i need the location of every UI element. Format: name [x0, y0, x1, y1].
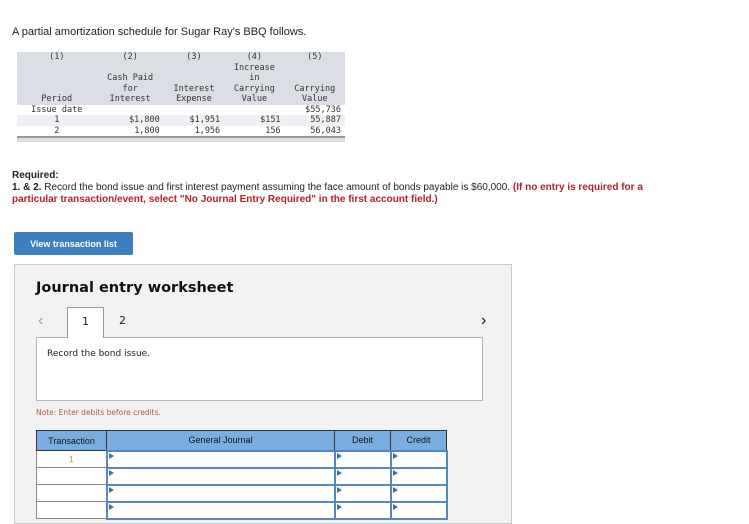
account-input[interactable]: [105, 466, 336, 486]
cell: $151: [224, 115, 285, 126]
debit-input[interactable]: [333, 500, 392, 520]
col-credit: Credit: [390, 430, 447, 451]
intro-text: A partial amortization schedule for Suga…: [12, 26, 307, 38]
chevron-left-icon[interactable]: ‹: [38, 312, 43, 330]
journal-table: Transaction General Journal Debit Credit…: [36, 430, 448, 520]
account-input[interactable]: [105, 483, 336, 503]
table-row: 2 1,800 1,956 156 56,043: [17, 126, 345, 138]
debit-input[interactable]: [333, 483, 392, 503]
table-row: 1 $1,800 $1,951 $151 55,887: [17, 115, 345, 126]
transaction-number: [36, 467, 107, 485]
account-input[interactable]: [105, 449, 336, 469]
transaction-number: 1: [36, 450, 107, 468]
credit-input[interactable]: [389, 483, 448, 503]
journal-row: [36, 500, 448, 520]
journal-row: 1: [36, 449, 448, 469]
col-number: (1): [17, 52, 97, 63]
cell: 156: [265, 125, 281, 136]
cell: $1,800: [96, 115, 164, 126]
entry-note: Note: Enter debits before credits.: [36, 408, 161, 417]
col-header-cash-paid: Cash Paid for Interest: [96, 62, 164, 105]
journal-row: [36, 466, 448, 486]
transaction-number: [36, 484, 107, 502]
credit-input[interactable]: [389, 466, 448, 486]
chevron-right-icon[interactable]: ›: [481, 312, 486, 330]
required-number: 1. & 2.: [12, 182, 42, 193]
col-number: (3): [163, 52, 225, 63]
cell: 2: [54, 125, 60, 136]
cell: Issue date: [31, 104, 83, 115]
transaction-description: Record the bond issue.: [36, 337, 483, 401]
col-general-journal: General Journal: [106, 430, 335, 451]
debit-input[interactable]: [333, 449, 392, 469]
required-text: Record the bond issue and first interest…: [41, 182, 513, 193]
cell: 1: [17, 115, 97, 126]
view-transaction-list-button[interactable]: View transaction list: [14, 232, 133, 255]
table-footer: [17, 136, 345, 142]
table-row: Issue date $55,736: [17, 105, 345, 116]
credit-input[interactable]: [389, 449, 448, 469]
col-header-carrying-value: Carrying Value: [284, 62, 345, 105]
col-debit: Debit: [334, 430, 391, 451]
tab-2[interactable]: 2: [104, 307, 141, 338]
account-input[interactable]: [105, 500, 336, 520]
cell: $55,736: [305, 104, 341, 115]
amortization-schedule: (1) (2) (3) (4) (5) Period Cash Paid for I…: [17, 52, 345, 142]
col-transaction: Transaction: [36, 430, 107, 451]
col-number: (2): [96, 52, 164, 63]
col-header-interest-expense: Interest Expense: [163, 62, 225, 105]
cell: 55,887: [284, 115, 345, 126]
cell: 1,800: [134, 125, 160, 136]
tab-1[interactable]: 1: [67, 307, 104, 338]
col-header-period: Period: [17, 62, 97, 105]
cell: $1,951: [163, 115, 225, 126]
debit-input[interactable]: [333, 466, 392, 486]
transaction-number: [36, 501, 107, 519]
cell: 56,043: [310, 125, 341, 136]
worksheet-title: Journal entry worksheet: [36, 280, 234, 296]
col-number: (5): [284, 52, 345, 63]
required-label: Required:: [12, 170, 59, 181]
col-number: (4): [224, 52, 285, 63]
journal-entry-worksheet: Journal entry worksheet ‹ 1 2 › Record t…: [14, 264, 512, 524]
col-header-increase: Increase in Carrying Value: [224, 62, 285, 105]
required-section: Required: 1. & 2. Record the bond issue …: [12, 170, 682, 206]
cell: [224, 105, 284, 116]
cell: [97, 105, 164, 116]
cell: [164, 105, 224, 116]
credit-input[interactable]: [389, 500, 448, 520]
cell: 1,956: [194, 125, 221, 136]
journal-row: [36, 483, 448, 503]
